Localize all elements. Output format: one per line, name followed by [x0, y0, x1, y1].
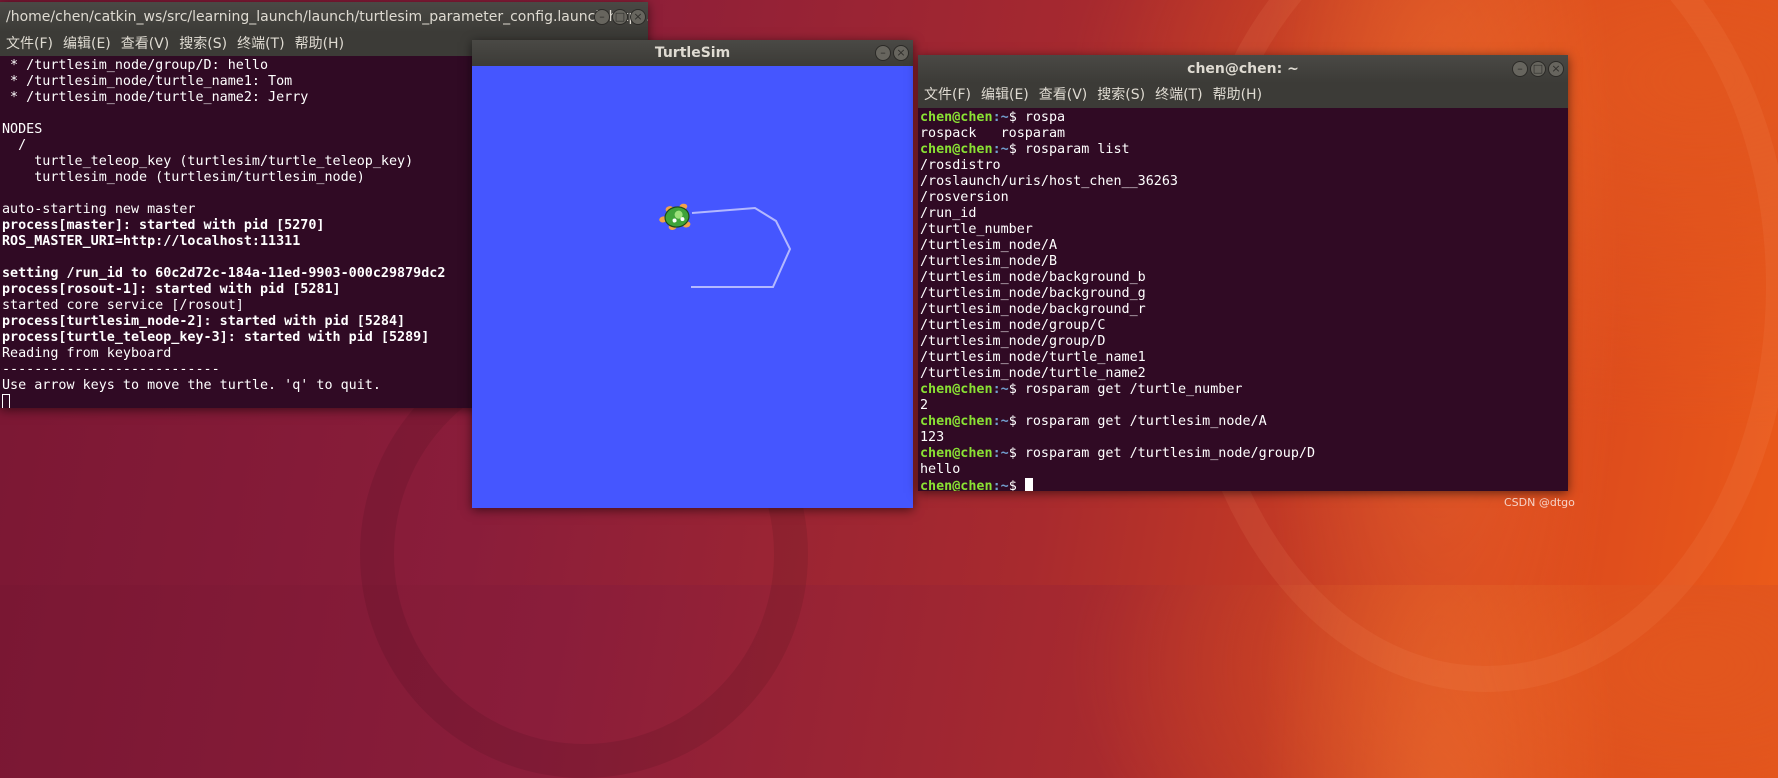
minimize-button[interactable]: – [1512, 61, 1528, 77]
prompt-user: chen@chen [920, 479, 993, 491]
prompt-user: chen@chen [920, 446, 993, 461]
terminal-line: chen@chen:~$ rospa [920, 110, 1568, 126]
prompt-symbol: $ [1008, 110, 1025, 125]
terminal-line: chen@chen:~$ rosparam list [920, 142, 1568, 158]
command-text: rosparam get /turtlesim_node/group/D [1024, 446, 1316, 461]
command-text: rospa [1024, 110, 1066, 125]
prompt-user: chen@chen [920, 414, 993, 429]
turtlesim-titlebar[interactable]: TurtleSim – × [472, 40, 913, 66]
terminal-line: chen@chen:~$ rosparam get /turtle_number [920, 382, 1568, 398]
right-terminal-output[interactable]: chen@chen:~$ rospa rospack rosparam chen@c… [918, 108, 1568, 491]
terminal-line: /turtlesim_node/turtle_name1 [920, 350, 1146, 365]
turtlesim-canvas [472, 66, 913, 508]
text-cursor [2, 394, 10, 408]
command-text: rosparam get /turtlesim_node/A [1024, 414, 1267, 429]
terminal-line: /turtle_number [920, 222, 1033, 237]
minimize-button[interactable]: – [594, 9, 610, 25]
terminal-line: chen@chen:~$ rosparam get /turtlesim_nod… [920, 414, 1568, 430]
right-terminal-titlebar[interactable]: chen@chen: ~ – □ × [918, 55, 1568, 83]
terminal-line: /turtlesim_node/group/C [920, 318, 1106, 333]
menu-item[interactable]: 查看(V) [1039, 83, 1088, 108]
menu-item[interactable]: 文件(F) [6, 32, 53, 56]
terminal-line: /rosdistro [920, 158, 1001, 173]
terminal-line: /turtlesim_node/background_r [920, 302, 1146, 317]
menu-item[interactable]: 搜索(S) [179, 32, 227, 56]
terminal-line: /turtlesim_node/A [920, 238, 1058, 253]
turtlesim-window: TurtleSim – × [472, 40, 913, 508]
terminal-line: chen@chen:~$ [920, 478, 1568, 491]
maximize-button[interactable]: □ [612, 9, 628, 25]
right-terminal-menubar: 文件(F) 编辑(E) 查看(V) 搜索(S) 终端(T) 帮助(H) [918, 83, 1568, 108]
terminal-line: /roslaunch/uris/host_chen__36263 [920, 174, 1178, 189]
prompt-symbol: $ [1008, 414, 1025, 429]
prompt-path: :~ [992, 382, 1009, 397]
prompt-path: :~ [992, 479, 1009, 491]
prompt-path: :~ [992, 142, 1009, 157]
desktop: { "left_terminal": { "title": "/home/che… [0, 0, 1778, 778]
terminal-line: 2 [920, 398, 929, 413]
terminal-line: rospack rosparam [920, 126, 1066, 141]
terminal-line: 123 [920, 430, 945, 445]
terminal-line: /rosversion [920, 190, 1009, 205]
terminal-line: chen@chen:~$ rosparam get /turtlesim_nod… [920, 446, 1568, 462]
watermark: CSDN @dtgo [1504, 496, 1575, 509]
menu-item[interactable]: 终端(T) [237, 32, 284, 56]
left-terminal-title: /home/chen/catkin_ws/src/learning_launch… [6, 9, 648, 25]
close-button[interactable]: × [1548, 61, 1564, 77]
terminal-line: /turtlesim_node/background_g [920, 286, 1146, 301]
prompt-symbol: $ [1008, 446, 1025, 461]
terminal-line: /turtlesim_node/group/D [920, 334, 1106, 349]
turtlesim-title: TurtleSim [654, 45, 731, 61]
minimize-button[interactable]: – [875, 45, 891, 61]
prompt-path: :~ [992, 446, 1009, 461]
terminal-line: /run_id [920, 206, 977, 221]
terminal-line: /turtlesim_node/B [920, 254, 1058, 269]
menu-item[interactable]: 帮助(H) [295, 32, 344, 56]
menu-item[interactable]: 搜索(S) [1097, 83, 1145, 108]
close-button[interactable]: × [893, 45, 909, 61]
menu-item[interactable]: 编辑(E) [63, 32, 111, 56]
menu-item[interactable]: 终端(T) [1155, 83, 1202, 108]
prompt-path: :~ [992, 110, 1009, 125]
prompt-path: :~ [992, 414, 1009, 429]
right-terminal-window: chen@chen: ~ – □ × 文件(F) 编辑(E) 查看(V) 搜索(S) 终… [918, 55, 1568, 491]
prompt-user: chen@chen [920, 110, 993, 125]
menu-item[interactable]: 查看(V) [121, 32, 170, 56]
command-text: rosparam list [1024, 142, 1130, 157]
terminal-line: hello [920, 462, 961, 477]
menu-item[interactable]: 文件(F) [924, 83, 971, 108]
terminal-line: /turtlesim_node/background_b [920, 270, 1146, 285]
prompt-user: chen@chen [920, 142, 993, 157]
menu-item[interactable]: 帮助(H) [1213, 83, 1262, 108]
maximize-button[interactable]: □ [1530, 61, 1546, 77]
prompt-symbol: $ [1008, 142, 1025, 157]
menu-item[interactable]: 编辑(E) [981, 83, 1029, 108]
command-text: rosparam get /turtle_number [1024, 382, 1243, 397]
prompt-symbol: $ [1008, 382, 1025, 397]
prompt-user: chen@chen [920, 382, 993, 397]
terminal-line: /turtlesim_node/turtle_name2 [920, 366, 1146, 381]
text-cursor [1024, 478, 1033, 491]
close-button[interactable]: × [630, 9, 646, 25]
right-terminal-title: chen@chen: ~ [1187, 61, 1299, 77]
prompt-symbol: $ [1008, 479, 1025, 491]
left-terminal-titlebar[interactable]: /home/chen/catkin_ws/src/learning_launch… [0, 2, 648, 32]
